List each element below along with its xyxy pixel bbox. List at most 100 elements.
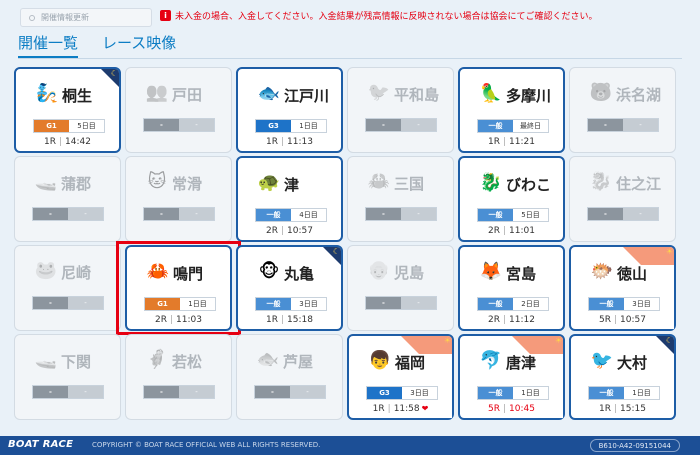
grade-badge: 一般 — [478, 387, 513, 399]
venue-card[interactable]: ☾ 🐦 大村 一般 1日目 1R | 15:15 — [569, 334, 676, 420]
status-separator: | — [281, 315, 285, 325]
day-label: 1日目 — [291, 120, 326, 132]
omura-mascot-icon: 🐦 — [590, 350, 614, 371]
info-icon: i — [160, 10, 171, 21]
race-status: 2R | 11:01 — [460, 226, 563, 236]
day-label: 最終日 — [513, 120, 548, 132]
venue-name: びわこ — [506, 176, 552, 194]
grade-day-box: G1 5日目 — [33, 119, 105, 133]
sun-icon: ☀ — [665, 247, 673, 256]
grade-day-box: 一般 最終日 — [477, 119, 549, 133]
status-separator: | — [614, 315, 618, 325]
venue-card[interactable]: ☀ 🐬 唐津 一般 1日目 5R | 10:45 — [458, 334, 565, 420]
race-time: 11:21 — [509, 137, 535, 147]
fukuoka-mascot-icon: 👦 — [368, 350, 392, 371]
venue-card[interactable]: 🦀 鳴門 G1 1日目 2R | 11:03 — [125, 245, 232, 331]
grade-badge: 一般 — [478, 120, 513, 132]
venue-card: 🐟 芦屋 - - — [236, 334, 343, 420]
day-label: - — [179, 119, 214, 131]
tab-divider — [18, 58, 682, 59]
grade-day-box: -- — [587, 207, 659, 221]
top-bar: 開催情報更新 i 未入金の場合、入金してください。入金結果が残高情報に反映されな… — [0, 0, 700, 28]
tokuyama-mascot-icon: 🐡 — [590, 261, 614, 282]
venue-card[interactable]: 🐢 津一般 4日目 2R | 10:57 — [236, 156, 343, 242]
venue-card: 🐻 浜名湖 - - — [569, 67, 676, 153]
venue-card: 🐸 尼崎 - - — [14, 245, 121, 331]
copyright-text: COPYRIGHT © BOAT RACE OFFICIAL WEB ALL R… — [92, 441, 321, 449]
marugame-mascot-icon: 🐵 — [258, 261, 280, 282]
venue-card[interactable]: ☾ 🧞 桐生 G1 5日目 1R | 14:42 — [14, 67, 121, 153]
biwako-mascot-icon: 🐉 — [479, 172, 503, 193]
venue-name: 尼崎 — [61, 264, 92, 282]
grade-day-box: -- — [32, 207, 104, 221]
status-separator: | — [503, 226, 507, 236]
day-label: - — [68, 386, 103, 398]
status-separator: | — [614, 404, 618, 414]
tsu-mascot-icon: 🐢 — [257, 172, 281, 193]
venue-card[interactable]: ☀ 🐡 徳山 一般 3日目 5R | 10:57 — [569, 245, 676, 331]
race-status: 2R | 10:57 — [238, 226, 341, 236]
grade-badge: - — [366, 119, 401, 131]
venue-name: 下関 — [61, 353, 92, 371]
venue-name: 江戸川 — [284, 87, 330, 105]
race-status: 2R | 11:12 — [460, 315, 563, 325]
grade-day-box: 一般 3日目 — [588, 297, 660, 311]
venue-name: 若松 — [172, 353, 203, 371]
race-number: 2R — [488, 226, 500, 236]
day-label: - — [401, 297, 436, 309]
ashiya-mascot-icon: 🐟 — [256, 349, 280, 370]
moon-icon: ☾ — [110, 69, 118, 78]
venue-card[interactable]: 🦊 宮島 一般 2日目 2R | 11:12 — [458, 245, 565, 331]
venue-card[interactable]: ☀ 👦 福岡 G3 3日目 1R | 11:58 ❤ — [347, 334, 454, 420]
tab-schedule[interactable]: 開催一覧 — [18, 32, 79, 58]
day-label: 1日目 — [180, 298, 215, 310]
race-time: 10:57 — [620, 315, 646, 325]
venue-name: 平和島 — [394, 86, 440, 104]
race-number: 2R — [488, 315, 500, 325]
refresh-button[interactable]: 開催情報更新 — [20, 8, 152, 27]
venue-card: 🦀 三国 - - — [347, 156, 454, 242]
hamanako-mascot-icon: 🐻 — [589, 82, 613, 103]
venue-card[interactable]: 🐟 江戸川 G3 1日目 1R | 11:13 — [236, 67, 343, 153]
venue-name: 三国 — [394, 175, 425, 193]
grade-day-box: 一般 2日目 — [477, 297, 549, 311]
day-label: - — [179, 208, 214, 220]
refresh-label: 開催情報更新 — [41, 13, 89, 22]
grade-badge: - — [144, 208, 179, 220]
venue-name: 蒲郡 — [61, 175, 92, 193]
grade-day-box: -- — [365, 296, 437, 310]
race-number: 1R — [266, 137, 278, 147]
status-separator: | — [387, 404, 391, 414]
status-separator: | — [281, 137, 285, 147]
tab-race-video[interactable]: レース映像 — [102, 32, 176, 58]
grade-badge: - — [33, 386, 68, 398]
venue-card: 🚤 下関 - - — [14, 334, 121, 420]
payment-notice: i 未入金の場合、入金してください。入金結果が残高情報に反映されない場合は協会に… — [160, 9, 597, 22]
grade-day-box: 一般 1日目 — [588, 386, 660, 400]
day-label: 4日目 — [291, 209, 326, 221]
grade-day-box: -- — [365, 207, 437, 221]
grade-day-box: -- — [32, 385, 104, 399]
race-status: 1R | 14:42 — [16, 137, 119, 147]
venue-name: 宮島 — [506, 265, 537, 283]
grade-day-box: 一般 4日目 — [255, 208, 327, 222]
race-time: 11:03 — [176, 315, 202, 325]
venue-card[interactable]: 🦜 多摩川 一般 最終日 1R | 11:21 — [458, 67, 565, 153]
race-status: 1R | 15:18 — [238, 315, 341, 325]
day-label: 5日目 — [513, 209, 548, 221]
grade-day-box: -- — [143, 385, 215, 399]
grade-day-box: 一般 1日目 — [477, 386, 549, 400]
day-label: 1日目 — [513, 387, 548, 399]
venue-name: 丸亀 — [284, 265, 315, 283]
venue-card[interactable]: ☾ 🐵 丸亀 一般 3日目 1R | 15:18 — [236, 245, 343, 331]
venue-card[interactable]: 🐉 びわこ 一般 5日目 2R | 11:01 — [458, 156, 565, 242]
race-time: 11:58 — [393, 404, 420, 414]
grade-day-box: -- — [143, 207, 215, 221]
grade-badge: - — [33, 297, 68, 309]
venue-card: 🦸 若松 - - — [125, 334, 232, 420]
race-status: 1R | 11:58 ❤ — [349, 404, 452, 414]
grade-day-box: G3 1日目 — [255, 119, 327, 133]
heiwajima-mascot-icon: 🐦 — [367, 82, 391, 103]
venue-name: 浜名湖 — [616, 86, 662, 104]
kiryu-mascot-icon: 🧞 — [35, 83, 59, 104]
